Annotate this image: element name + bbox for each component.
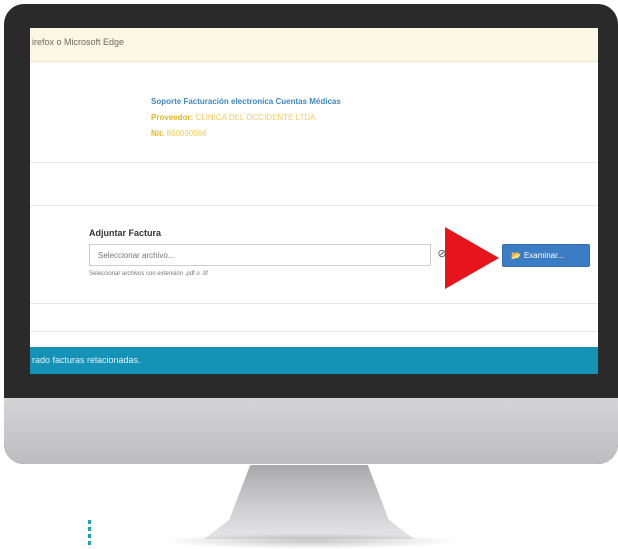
upload-help-text: Seleccionar archivos con extensión .pdf … [89,271,208,277]
file-path-input[interactable] [89,244,431,266]
footer-text: rado facturas relacionadas. [32,355,141,365]
divider [30,303,598,304]
page-title: Soporte Facturación electronica Cuentas … [151,97,341,106]
nit-label: Nit: [151,129,165,138]
folder-open-icon: 📂 [511,251,521,260]
provider-line: Proveedor: CLINICA DEL OCCIDENTE LTDA [151,110,341,126]
monitor-stand [204,465,414,539]
browse-button[interactable]: 📂 Examinar... [502,244,590,267]
nit-line: Nit: 860090566 [151,126,341,142]
browser-notice-banner: irefox o Microsoft Edge [30,28,598,62]
provider-value: CLINICA DEL OCCIDENTE LTDA [195,113,316,122]
monitor-chin [4,398,618,464]
browser-notice-text: irefox o Microsoft Edge [32,37,125,47]
divider [30,162,598,163]
screen: irefox o Microsoft Edge Soporte Facturac… [30,28,598,374]
provider-info: Soporte Facturación electronica Cuentas … [151,94,341,142]
browse-label: Examinar... [523,251,564,260]
nit-value: 860090566 [166,129,207,138]
upload-label: Adjuntar Factura [89,228,162,238]
divider [30,205,598,206]
dotted-line-decoration [88,520,91,548]
divider [30,331,598,332]
provider-label: Proveedor: [151,113,194,122]
red-arrow-icon [445,227,499,289]
stand-shadow [160,533,460,549]
footer-bar: rado facturas relacionadas. [30,347,598,374]
